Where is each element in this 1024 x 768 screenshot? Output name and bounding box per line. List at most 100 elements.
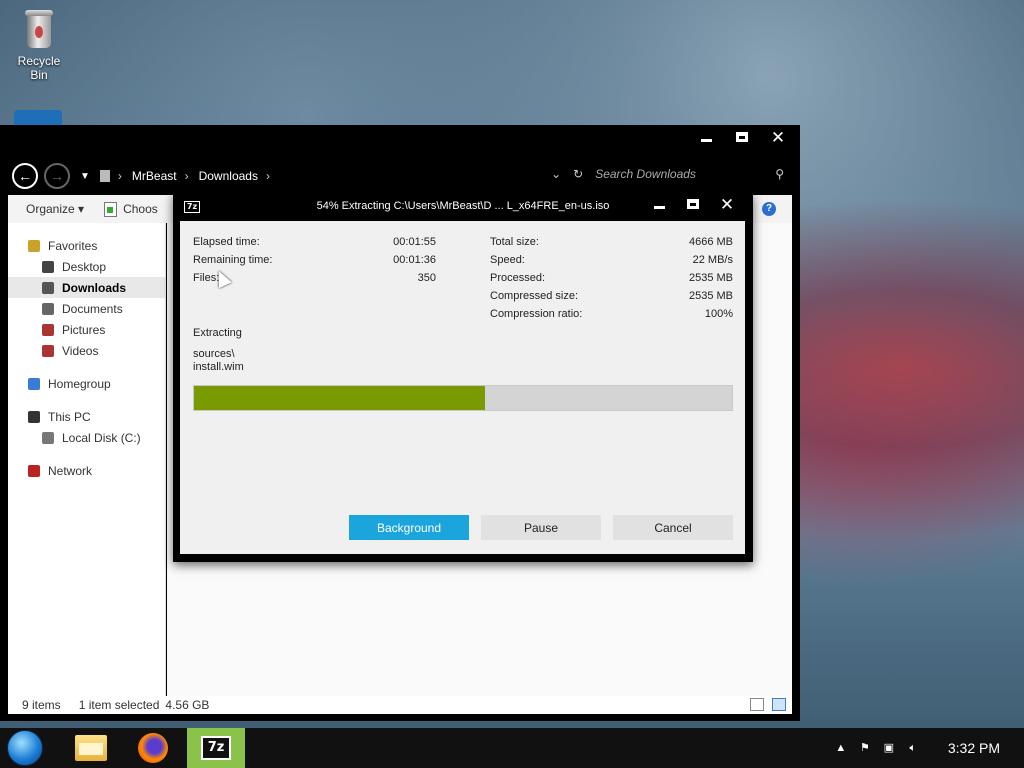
dialog-minimize-button[interactable]: [647, 195, 671, 213]
sidebar-item-label: Network: [48, 463, 93, 478]
pause-button[interactable]: Pause: [481, 515, 601, 540]
sidebar-item-label: Videos: [62, 343, 99, 358]
volume-icon[interactable]: 🔈︎: [906, 741, 920, 755]
minimize-button[interactable]: [694, 128, 718, 146]
search-icon[interactable]: ⚲: [775, 167, 784, 181]
extraction-progress-dialog: 7z 54% Extracting C:\Users\MrBeast\D ...…: [173, 193, 753, 562]
recycle-bin[interactable]: Recycle Bin: [8, 8, 70, 82]
selection-size: 4.56 GB: [165, 698, 210, 712]
chevron-down-icon: ▾: [78, 202, 85, 216]
system-tray: ▲ ⚑ ▣ 🔈︎ 3:32 PM: [834, 740, 1000, 756]
background-button[interactable]: Background: [349, 515, 469, 540]
show-hidden-icons-icon[interactable]: ▲: [834, 741, 848, 755]
minimize-icon: [653, 205, 665, 209]
taskbar: 7z ▲ ⚑ ▣ 🔈︎ 3:32 PM: [0, 728, 1024, 768]
view-switcher: [750, 698, 786, 711]
sidebar-item-label: Homegroup: [48, 376, 111, 391]
taskbar-firefox[interactable]: [129, 728, 177, 768]
elapsed-time-value: 00:01:55: [393, 236, 436, 248]
extracting-label: Extracting: [193, 327, 242, 339]
7zip-icon: 7z: [201, 736, 231, 760]
remaining-time-label: Remaining time:: [193, 254, 273, 266]
choose-button[interactable]: Choos: [123, 202, 158, 216]
chevron-right-icon[interactable]: ›: [118, 169, 122, 183]
speed-value: 22 MB/s: [692, 254, 733, 266]
status-bar: 9 items 1 item selected 4.56 GB: [8, 696, 792, 714]
sidebar-item-downloads[interactable]: Downloads: [8, 277, 165, 298]
computer-icon: [28, 410, 40, 423]
desktop-shortcut-icon[interactable]: [14, 110, 62, 126]
address-dropdown-icon[interactable]: ⌄: [551, 167, 561, 181]
item-count: 9 items: [22, 698, 61, 712]
remaining-time-value: 00:01:36: [393, 254, 436, 266]
sidebar-item-label: Favorites: [48, 238, 98, 253]
refresh-icon[interactable]: ↻: [573, 167, 583, 181]
explorer-window-controls: ✕: [694, 128, 790, 146]
speed-label: Speed:: [490, 254, 525, 266]
taskbar-7zip[interactable]: 7z: [187, 728, 245, 768]
progress-fill: [194, 386, 485, 410]
close-icon: ✕: [719, 194, 735, 214]
close-button[interactable]: ✕: [766, 128, 790, 146]
compression-ratio-label: Compression ratio:: [490, 308, 583, 320]
close-icon: ✕: [770, 127, 786, 147]
large-icons-view-icon[interactable]: [772, 698, 786, 711]
help-icon[interactable]: ?: [762, 202, 776, 216]
processed-value: 2535 MB: [688, 272, 733, 284]
details-view-icon[interactable]: [750, 698, 764, 711]
processed-label: Processed:: [490, 272, 546, 284]
back-button[interactable]: ←: [12, 163, 38, 189]
dialog-window-controls: ✕: [647, 195, 739, 213]
dialog-titlebar: 7z 54% Extracting C:\Users\MrBeast\D ...…: [173, 193, 753, 221]
forward-button[interactable]: →: [44, 163, 70, 189]
sidebar-item-label: Desktop: [62, 259, 107, 274]
folder-icon: [75, 735, 107, 761]
star-icon: [28, 239, 40, 252]
sidebar-item-pictures[interactable]: Pictures: [8, 319, 165, 340]
action-center-flag-icon[interactable]: ⚑: [858, 741, 872, 755]
forward-arrow-icon: →: [50, 168, 64, 184]
clock[interactable]: 3:32 PM: [948, 740, 1000, 756]
sidebar-item-this-pc[interactable]: This PC: [8, 406, 165, 427]
desktop-icon: [42, 260, 54, 273]
dialog-maximize-button[interactable]: [681, 195, 705, 213]
organize-button[interactable]: Organize ▾: [26, 202, 84, 216]
sidebar-item-label: Local Disk (C:): [62, 430, 141, 445]
choose-program-icon: [104, 201, 118, 217]
pictures-icon: [42, 323, 54, 336]
maximize-icon: [736, 132, 748, 142]
chevron-right-icon[interactable]: ›: [266, 169, 270, 183]
breadcrumb-mrbeast[interactable]: MrBeast: [132, 169, 177, 183]
breadcrumb-downloads[interactable]: Downloads: [199, 169, 258, 183]
firefox-icon: [138, 733, 168, 763]
sidebar-item-homegroup[interactable]: Homegroup: [8, 373, 165, 394]
navigation-pane: Favorites Desktop Downloads Documents Pictur…: [8, 223, 166, 696]
taskbar-file-explorer[interactable]: [67, 728, 115, 768]
sidebar-item-local-disk-c[interactable]: Local Disk (C:): [8, 427, 165, 448]
current-path: sources\: [193, 348, 235, 360]
recent-locations-dropdown-icon[interactable]: ▼: [80, 171, 90, 182]
maximize-button[interactable]: [730, 128, 754, 146]
cancel-button[interactable]: Cancel: [613, 515, 733, 540]
dialog-close-button[interactable]: ✕: [715, 195, 739, 213]
disk-icon: [42, 431, 54, 444]
search-input[interactable]: Search Downloads: [595, 167, 763, 181]
chevron-right-icon[interactable]: ›: [185, 169, 189, 183]
organize-label: Organize: [26, 202, 75, 216]
sidebar-item-label: Downloads: [62, 280, 127, 295]
recycle-bin-icon: [24, 10, 54, 48]
address-bar: ← → ▼ › MrBeast › Downloads › ⌄ ↻ Search…: [0, 161, 800, 191]
total-size-value: 4666 MB: [688, 236, 733, 248]
sidebar-item-label: Documents: [62, 301, 123, 316]
network-icon[interactable]: ▣: [882, 741, 896, 755]
extraction-progress-bar: [193, 385, 733, 411]
elapsed-time-label: Elapsed time:: [193, 236, 260, 248]
sidebar-item-favorites[interactable]: Favorites: [8, 235, 165, 256]
sidebar-item-documents[interactable]: Documents: [8, 298, 165, 319]
files-value: 350: [417, 272, 436, 284]
sidebar-item-desktop[interactable]: Desktop: [8, 256, 165, 277]
start-button[interactable]: [7, 730, 43, 766]
dialog-body: Elapsed time: 00:01:55 Remaining time: 0…: [180, 221, 745, 554]
sidebar-item-videos[interactable]: Videos: [8, 340, 165, 361]
sidebar-item-network[interactable]: Network: [8, 460, 165, 481]
